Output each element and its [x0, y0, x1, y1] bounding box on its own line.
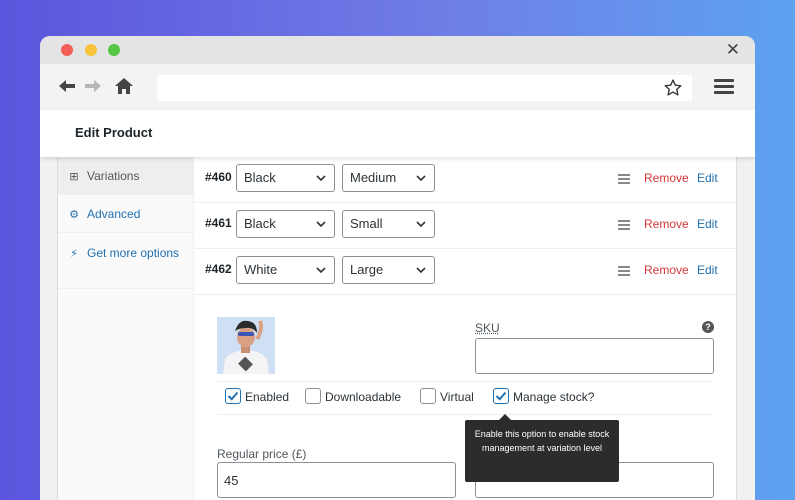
variation-row: #461 Black Small Remove Edit [194, 203, 736, 249]
divider [217, 381, 714, 382]
sku-input[interactable] [475, 338, 714, 374]
size-select-value: Large [350, 262, 384, 277]
remove-link[interactable]: Remove [644, 217, 689, 231]
page-header: Edit Product [40, 110, 755, 157]
variation-image[interactable] [217, 317, 275, 374]
enabled-label: Enabled [245, 390, 290, 404]
product-photo [217, 317, 275, 374]
divider [217, 414, 714, 415]
manage-stock-label: Manage stock? [513, 390, 595, 404]
sidebar-item-variations[interactable]: ⊞ Variations [58, 157, 194, 195]
maximize-window-dot[interactable] [108, 44, 120, 56]
drag-handle-icon[interactable] [618, 174, 630, 186]
virtual-checkbox[interactable] [420, 388, 436, 404]
regular-price-input[interactable]: 45 [217, 462, 456, 498]
downloadable-checkbox[interactable] [305, 388, 321, 404]
checkmark-icon [495, 391, 507, 401]
chevron-down-icon [416, 221, 426, 228]
title-bar: ✕ [40, 36, 755, 64]
minimize-window-dot[interactable] [85, 44, 97, 56]
chevron-down-icon [316, 267, 326, 274]
size-select[interactable]: Small [342, 210, 435, 238]
sidebar-item-get-more-options[interactable]: ⚡ Get more options [58, 233, 194, 289]
edit-link[interactable]: Edit [697, 263, 718, 277]
sidebar-item-label: Get more options [87, 246, 180, 260]
size-select-value: Medium [350, 170, 397, 185]
color-select-value: Black [244, 216, 276, 231]
home-icon[interactable] [114, 76, 134, 96]
edit-link[interactable]: Edit [697, 171, 718, 185]
drag-handle-icon[interactable] [618, 220, 630, 232]
sidebar-item-label: Variations [87, 169, 140, 183]
help-icon[interactable]: ? [702, 321, 714, 333]
remove-link[interactable]: Remove [644, 171, 689, 185]
virtual-label: Virtual [440, 390, 474, 404]
gear-icon: ⚙ [69, 209, 79, 221]
regular-price-value: 45 [224, 473, 239, 488]
page-title: Edit Product [75, 125, 153, 140]
color-select-value: White [244, 262, 278, 277]
address-bar[interactable] [157, 75, 692, 101]
grid-icon: ⊞ [69, 171, 79, 183]
close-icon[interactable]: ✕ [726, 40, 740, 60]
downloadable-label: Downloadable [325, 390, 402, 404]
remove-link[interactable]: Remove [644, 263, 689, 277]
edit-link[interactable]: Edit [697, 217, 718, 231]
variation-row: #460 Black Medium Remove Edit [194, 157, 736, 203]
forward-arrow-icon[interactable] [83, 76, 103, 96]
size-select[interactable]: Medium [342, 164, 435, 192]
plug-icon: ⚡ [70, 248, 78, 260]
variation-id: #460 [205, 170, 232, 184]
close-window-dot[interactable] [61, 44, 73, 56]
manage-stock-checkbox[interactable] [493, 388, 509, 404]
chevron-down-icon [316, 221, 326, 228]
browser-toolbar [40, 64, 755, 110]
color-select-value: Black [244, 170, 276, 185]
color-select[interactable]: White [236, 256, 335, 284]
browser-window: ✕ Edit Product ⊞ Variations ⚙ Advanced ⚡… [40, 36, 755, 500]
manage-stock-tooltip: Enable this option to enable stock manag… [465, 420, 619, 482]
color-select[interactable]: Black [236, 210, 335, 238]
color-select[interactable]: Black [236, 164, 335, 192]
variation-id: #461 [205, 216, 232, 230]
variations-content: #460 Black Medium Remove Edit #461 Black… [194, 157, 736, 500]
page-area: Edit Product ⊞ Variations ⚙ Advanced ⚡ Get … [40, 110, 755, 500]
sidebar-item-advanced[interactable]: ⚙ Advanced [58, 195, 194, 233]
size-select[interactable]: Large [342, 256, 435, 284]
chevron-down-icon [416, 175, 426, 182]
chevron-down-icon [416, 267, 426, 274]
checkmark-icon [227, 391, 239, 401]
variation-row: #462 White Large Remove Edit [194, 249, 736, 295]
sku-label: SKU [475, 321, 500, 335]
hamburger-menu-icon[interactable] [714, 79, 734, 95]
enabled-checkbox[interactable] [225, 388, 241, 404]
product-data-tabs: ⊞ Variations ⚙ Advanced ⚡ Get more options [58, 157, 194, 500]
regular-price-label: Regular price (£) [217, 447, 307, 461]
drag-handle-icon[interactable] [618, 266, 630, 278]
product-data-panel: ⊞ Variations ⚙ Advanced ⚡ Get more options … [57, 157, 737, 500]
size-select-value: Small [350, 216, 383, 231]
bookmark-star-icon[interactable] [663, 78, 683, 98]
sidebar-item-label: Advanced [87, 207, 141, 221]
back-arrow-icon[interactable] [57, 76, 77, 96]
variation-id: #462 [205, 262, 232, 276]
chevron-down-icon [316, 175, 326, 182]
